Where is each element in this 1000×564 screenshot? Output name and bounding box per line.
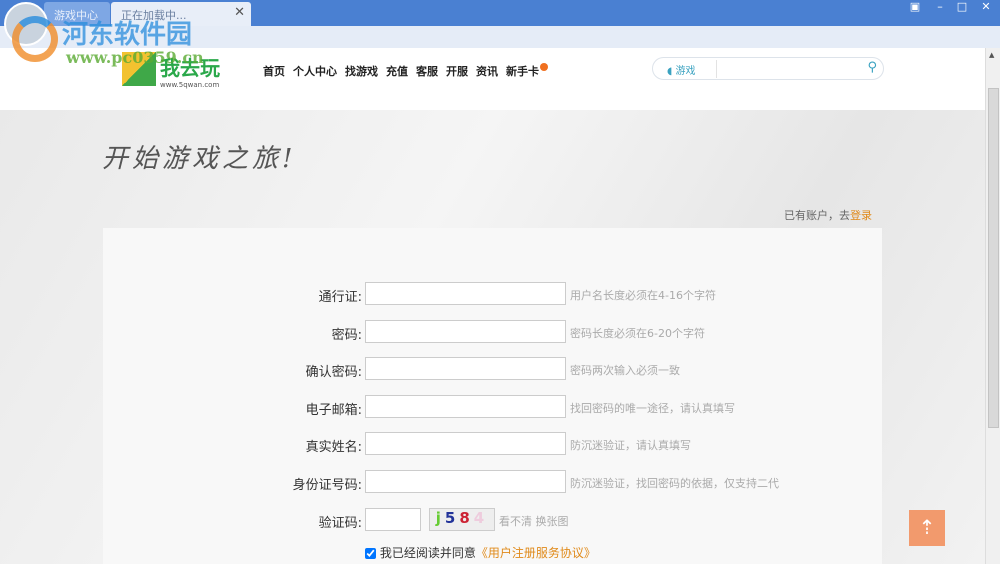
- captcha-char: j: [435, 509, 445, 527]
- real-name-input[interactable]: [365, 432, 566, 455]
- back-to-top-button[interactable]: ⇡: [909, 510, 945, 546]
- field-label: 真实姓名:: [305, 440, 362, 455]
- passport-input[interactable]: [365, 282, 566, 305]
- field-captcha: 验证码: j584 看不清 换张图: [103, 508, 882, 532]
- field-label: 密码:: [331, 328, 362, 343]
- refresh-captcha-link[interactable]: 看不清 换张图: [499, 513, 569, 529]
- captcha-input[interactable]: [365, 508, 421, 531]
- tab-label: 游戏中心: [54, 9, 98, 22]
- captcha-image[interactable]: j584: [429, 508, 495, 531]
- agree-text: 我已经阅读并同意: [379, 546, 476, 560]
- field-label: 电子邮箱:: [305, 403, 362, 418]
- login-link[interactable]: 登录: [850, 209, 872, 222]
- field-password: 密码: 密码长度必须在6-20个字符: [103, 320, 882, 344]
- field-label: 身份证号码:: [292, 478, 362, 493]
- search-box: ◖ 游戏 ⚲: [652, 57, 884, 80]
- slogan: 开始游戏之旅!: [102, 144, 297, 174]
- field-email: 电子邮箱: 找回密码的唯一途径，请认真填写: [103, 395, 882, 419]
- hot-badge-icon: [540, 63, 548, 71]
- web-page: 我去玩 www.5qwan.com 首页 个人中心 找游戏 充值 客服 开服 资…: [0, 48, 985, 564]
- captcha-char: 4: [473, 509, 489, 527]
- tab-game-center[interactable]: 游戏中心: [44, 2, 110, 26]
- agree-checkbox[interactable]: [365, 548, 376, 559]
- menu-button[interactable]: ▣: [905, 0, 925, 14]
- nav-find-games[interactable]: 找游戏: [345, 63, 378, 79]
- nav-support[interactable]: 客服: [416, 63, 438, 79]
- nav-news[interactable]: 资讯: [476, 63, 498, 79]
- captcha-char: 8: [459, 509, 474, 527]
- nav-home[interactable]: 首页: [263, 63, 285, 79]
- search-category-select[interactable]: ◖ 游戏: [667, 62, 695, 77]
- tab-loading[interactable]: 正在加载中... ✕: [111, 2, 251, 26]
- agreement: 我已经阅读并同意《用户注册服务协议》: [365, 544, 596, 561]
- search-category-label: 游戏: [675, 66, 696, 77]
- have-account-text: 已有账户，去登录: [784, 207, 872, 223]
- field-hint: 密码长度必须在6-20个字符: [570, 327, 705, 340]
- logo-cube-icon: [122, 52, 156, 86]
- field-hint: 找回密码的唯一途径，请认真填写: [570, 402, 735, 415]
- captcha-char: 5: [444, 509, 460, 527]
- nav-recharge[interactable]: 充值: [386, 63, 408, 79]
- field-passport: 通行证: 用户名长度必须在4-16个字符: [103, 282, 882, 306]
- site-header: 我去玩 www.5qwan.com 首页 个人中心 找游戏 充值 客服 开服 资…: [0, 48, 985, 110]
- field-id-number: 身份证号码: 防沉迷验证，找回密码的依据，仅支持二代: [103, 470, 882, 494]
- field-hint: 防沉迷验证，请认真填写: [570, 439, 691, 452]
- have-account-label: 已有账户，去: [784, 209, 850, 222]
- nav-newbie-card[interactable]: 新手卡: [506, 63, 548, 79]
- divider: [716, 60, 717, 78]
- user-avatar[interactable]: [4, 2, 48, 46]
- confirm-password-input[interactable]: [365, 357, 566, 380]
- browser-toolbar: [0, 26, 1000, 48]
- nav-label: 新手卡: [506, 65, 539, 78]
- field-hint: 密码两次输入必须一致: [570, 364, 680, 377]
- register-section: 开始游戏之旅! 已有账户，去登录 通行证: 用户名长度必须在4-16个字符 密码:…: [0, 110, 985, 564]
- field-confirm-password: 确认密码: 密码两次输入必须一致: [103, 357, 882, 381]
- close-window-button[interactable]: ✕: [976, 0, 996, 14]
- maximize-button[interactable]: □: [952, 0, 972, 14]
- scrollbar[interactable]: ▲: [985, 48, 1000, 564]
- field-real-name: 真实姓名: 防沉迷验证，请认真填写: [103, 432, 882, 456]
- browser-titlebar: 游戏中心 正在加载中... ✕ ▣ – □ ✕: [0, 0, 1000, 26]
- logo-text: 我去玩: [160, 56, 220, 80]
- scroll-up-icon[interactable]: ▲: [989, 51, 994, 59]
- password-input[interactable]: [365, 320, 566, 343]
- logo-url: www.5qwan.com: [160, 81, 220, 89]
- field-label: 验证码:: [318, 516, 362, 531]
- scrollbar-thumb[interactable]: [988, 88, 999, 428]
- tab-label: 正在加载中...: [121, 9, 187, 22]
- search-icon[interactable]: ⚲: [867, 60, 877, 75]
- search-input[interactable]: [719, 60, 859, 77]
- field-hint: 防沉迷验证，找回密码的依据，仅支持二代: [570, 477, 779, 490]
- register-form: 通行证: 用户名长度必须在4-16个字符 密码: 密码长度必须在6-20个字符 确认…: [103, 228, 882, 564]
- id-number-input[interactable]: [365, 470, 566, 493]
- agreement-link[interactable]: 《用户注册服务协议》: [476, 546, 596, 560]
- arrow-up-icon: ⇡: [918, 515, 936, 539]
- site-logo[interactable]: 我去玩 www.5qwan.com: [122, 52, 232, 92]
- minimize-button[interactable]: –: [930, 0, 950, 14]
- field-label: 通行证:: [318, 290, 362, 305]
- field-hint: 用户名长度必须在4-16个字符: [570, 289, 716, 302]
- close-tab-icon[interactable]: ✕: [234, 5, 245, 20]
- nav-servers[interactable]: 开服: [446, 63, 468, 79]
- email-input[interactable]: [365, 395, 566, 418]
- nav-user-center[interactable]: 个人中心: [293, 63, 337, 79]
- field-label: 确认密码:: [305, 365, 362, 380]
- main-nav: 首页 个人中心 找游戏 充值 客服 开服 资讯 新手卡: [263, 63, 548, 79]
